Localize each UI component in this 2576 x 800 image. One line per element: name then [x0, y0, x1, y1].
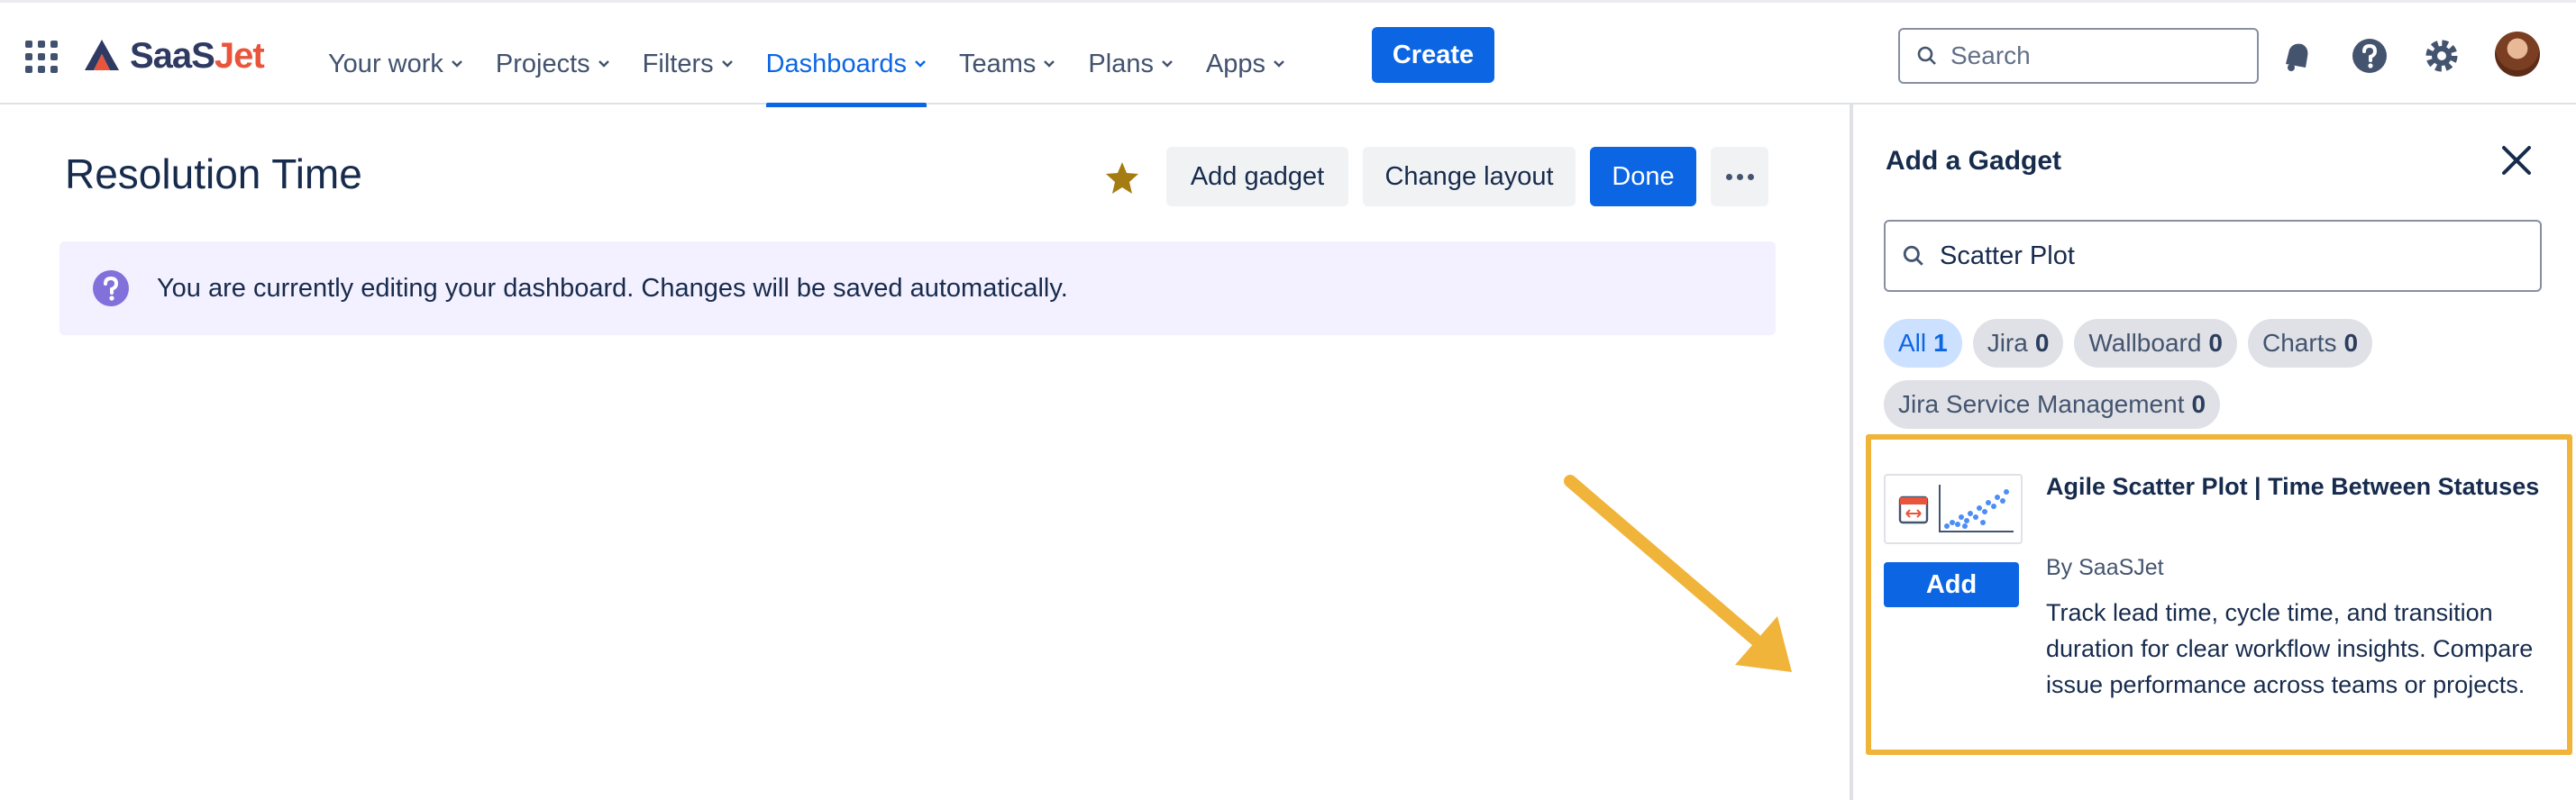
done-button[interactable]: Done	[1590, 147, 1696, 206]
annotation-arrow	[1564, 475, 1792, 672]
filter-chip-wallboard[interactable]: Wallboard 0	[2074, 319, 2237, 368]
nav-dashboards[interactable]: Dashboards	[750, 21, 943, 107]
gadget-search[interactable]	[1884, 220, 2542, 292]
nav-label: Projects	[495, 49, 590, 78]
chip-label: All	[1898, 329, 1927, 357]
notifications-icon[interactable]	[2279, 37, 2316, 75]
nav-label: Filters	[642, 49, 714, 78]
filter-chip-jira[interactable]: Jira 0	[1972, 319, 2064, 368]
chip-count: 0	[2191, 390, 2206, 418]
more-dot	[1725, 173, 1732, 180]
panel-title: Add a Gadget	[1886, 146, 2062, 176]
chevron-down-icon	[1274, 60, 1284, 68]
chevron-down-icon	[452, 60, 462, 68]
add-gadget-result-button[interactable]: Add	[1884, 562, 2019, 607]
chevron-down-icon	[1162, 60, 1173, 68]
chip-label: Wallboard	[2088, 329, 2202, 357]
add-gadget-panel: Add a Gadget All 1 Jira 0 Wallboard 0 Ch…	[1850, 105, 2576, 800]
filter-chip-jira-service-management[interactable]: Jira Service Management 0	[1884, 380, 2221, 429]
chip-count: 0	[2034, 329, 2050, 357]
nav-filters[interactable]: Filters	[626, 21, 750, 107]
chip-count: 0	[2208, 329, 2223, 357]
search-icon	[1917, 46, 1936, 65]
change-layout-button[interactable]: Change layout	[1363, 147, 1576, 206]
more-dot	[1747, 173, 1754, 180]
saasjet-logo[interactable]: SaaSJet	[83, 33, 265, 78]
more-actions-button[interactable]	[1711, 147, 1768, 206]
nav-label: Dashboards	[765, 49, 907, 78]
gadget-title[interactable]: Agile Scatter Plot | Time Between Status…	[2046, 472, 2551, 501]
close-icon[interactable]	[2497, 141, 2536, 180]
nav-plans[interactable]: Plans	[1072, 21, 1190, 107]
nav-label: Plans	[1088, 49, 1154, 78]
top-navigation: SaaSJet Your work Projects Filters Dashb…	[0, 0, 2576, 107]
nav-projects[interactable]: Projects	[480, 21, 626, 107]
avatar[interactable]	[2495, 32, 2540, 77]
chevron-down-icon	[721, 60, 733, 68]
gadget-description: Track lead time, cycle time, and transit…	[2046, 599, 2534, 698]
filter-chip-all[interactable]: All 1	[1884, 319, 1962, 368]
nav-teams[interactable]: Teams	[943, 21, 1072, 107]
more-dot	[1736, 173, 1743, 180]
chevron-down-icon	[1044, 60, 1055, 68]
gadget-thumbnail	[1884, 474, 2023, 544]
chip-label: Jira	[1987, 329, 2028, 357]
filter-chip-charts[interactable]: Charts 0	[2248, 319, 2373, 368]
add-gadget-button[interactable]: Add gadget	[1166, 147, 1348, 206]
chevron-down-icon	[915, 60, 926, 68]
gadget-filter-chips: All 1 Jira 0 Wallboard 0 Charts 0 Jira S…	[1884, 319, 2551, 429]
banner-text: You are currently editing your dashboard…	[157, 273, 1068, 303]
global-search[interactable]	[1898, 28, 2259, 84]
star-icon[interactable]	[1103, 159, 1141, 196]
chip-label: Jira Service Management	[1898, 390, 2185, 418]
nav-label: Teams	[958, 49, 1037, 78]
gadget-result-card: Add Agile Scatter Plot | Time Between St…	[1866, 434, 2572, 755]
dashboard-main: Resolution Time Add gadget Change layout…	[0, 105, 1850, 800]
question-icon	[93, 270, 129, 306]
nav-your-work[interactable]: Your work	[312, 21, 480, 107]
scatter-plot-icon	[1898, 485, 2014, 532]
nav-label: Apps	[1205, 49, 1266, 78]
global-search-input[interactable]	[1950, 41, 2239, 70]
saasjet-logo-icon	[85, 40, 119, 70]
help-icon[interactable]	[2351, 37, 2389, 75]
search-icon	[1903, 245, 1923, 266]
page-title: Resolution Time	[65, 150, 362, 197]
settings-icon[interactable]	[2423, 37, 2461, 75]
chevron-down-icon	[598, 60, 609, 68]
gadget-search-input[interactable]	[1940, 241, 2517, 271]
chip-count: 0	[2343, 329, 2359, 357]
create-button[interactable]: Create	[1372, 27, 1494, 83]
logo-wordmark: SaaSJet	[130, 35, 265, 76]
chip-label: Charts	[2262, 329, 2337, 357]
main-nav: Your work Projects Filters Dashboards Te…	[312, 21, 1302, 107]
nav-apps[interactable]: Apps	[1190, 21, 1302, 107]
editing-banner: You are currently editing your dashboard…	[59, 241, 1776, 335]
gadget-vendor: By SaaSJet	[2046, 555, 2164, 580]
app-switcher-icon[interactable]	[25, 41, 58, 73]
chip-count: 1	[1933, 329, 1948, 357]
nav-label: Your work	[328, 49, 443, 78]
